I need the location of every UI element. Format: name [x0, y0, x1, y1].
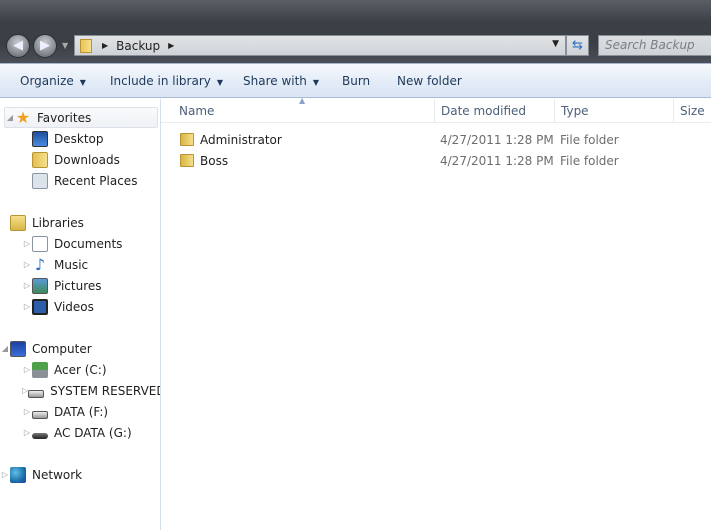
- nav-drive-f[interactable]: ▷ DATA (F:): [0, 401, 160, 422]
- network-icon: [10, 466, 26, 483]
- removable-drive-icon: [32, 432, 48, 439]
- nav-videos[interactable]: ▷ Videos: [0, 296, 160, 317]
- column-date-modified[interactable]: Date modified: [434, 99, 554, 123]
- nav-downloads[interactable]: Downloads: [0, 149, 160, 170]
- column-header-row: ▲ Name Date modified Type Size: [161, 96, 711, 123]
- star-icon: ★: [15, 107, 31, 127]
- recent-places-icon: [32, 172, 48, 189]
- nav-drive-g[interactable]: ▷ AC DATA (G:): [0, 422, 160, 443]
- refresh-button[interactable]: ⇆: [566, 35, 589, 56]
- pictures-icon: [32, 277, 48, 294]
- file-date: 4/27/2011 1:28 PM: [440, 132, 554, 147]
- nav-label: Recent Places: [54, 173, 138, 188]
- folder-icon: [80, 38, 92, 53]
- organize-button[interactable]: Organize ▼: [20, 74, 86, 88]
- documents-icon: [32, 235, 48, 252]
- nav-label: Acer (C:): [54, 362, 107, 377]
- include-label: Include in library: [110, 74, 211, 88]
- videos-icon: [32, 298, 48, 315]
- nav-label: Desktop: [54, 131, 104, 146]
- chevron-down-icon: ▼: [216, 78, 224, 87]
- nav-label: Documents: [54, 236, 123, 251]
- new-folder-button[interactable]: New folder: [397, 74, 462, 88]
- expand-icon[interactable]: ▷: [22, 428, 32, 437]
- column-size[interactable]: Size: [673, 99, 711, 123]
- file-row[interactable]: Administrator 4/27/2011 1:28 PM File fol…: [161, 129, 711, 150]
- forward-arrow-icon: ▶: [40, 38, 50, 53]
- file-date: 4/27/2011 1:28 PM: [440, 153, 554, 168]
- nav-label: Computer: [32, 341, 92, 356]
- nav-network[interactable]: ▷ Network: [0, 464, 160, 485]
- address-dropdown-icon[interactable]: ▼: [552, 39, 559, 49]
- include-in-library-button[interactable]: Include in library ▼: [110, 74, 223, 88]
- nav-music[interactable]: ▷ ♪ Music: [0, 254, 160, 275]
- folder-icon: [180, 133, 194, 146]
- libraries-icon: [10, 214, 26, 231]
- file-name: Administrator: [200, 132, 282, 147]
- chevron-down-icon: ▼: [312, 78, 320, 87]
- nav-label: Libraries: [32, 215, 84, 230]
- nav-computer[interactable]: ◢ Computer: [0, 338, 160, 359]
- expand-icon[interactable]: ▷: [22, 302, 32, 311]
- nav-label: SYSTEM RESERVED (: [50, 383, 160, 398]
- windows-drive-icon: [32, 361, 48, 378]
- nav-label: Network: [32, 467, 83, 482]
- nav-drive-c[interactable]: ▷ Acer (C:): [0, 359, 160, 380]
- search-input[interactable]: Search Backup: [598, 35, 711, 56]
- nav-documents[interactable]: ▷ Documents: [0, 233, 160, 254]
- back-button[interactable]: ◀: [6, 34, 30, 58]
- nav-recent-places[interactable]: Recent Places: [0, 170, 160, 191]
- share-with-button[interactable]: Share with ▼: [243, 74, 319, 88]
- nav-label: Favorites: [37, 110, 92, 125]
- expand-icon[interactable]: ▷: [0, 470, 10, 479]
- nav-label: Downloads: [54, 152, 120, 167]
- chevron-down-icon: ▼: [79, 78, 86, 87]
- burn-button[interactable]: Burn: [342, 74, 370, 88]
- command-bar: Organize ▼ Include in library ▼ Share with…: [0, 63, 711, 98]
- breadcrumb-backup[interactable]: Backup: [116, 39, 160, 53]
- drive-icon: [28, 389, 45, 398]
- folder-icon: [180, 154, 194, 167]
- column-name[interactable]: Name: [173, 99, 434, 123]
- nav-desktop[interactable]: Desktop: [0, 128, 160, 149]
- downloads-icon: [32, 151, 48, 168]
- drive-icon: [32, 410, 48, 419]
- nav-favorites[interactable]: ◢ ★ Favorites: [4, 107, 158, 128]
- expand-icon[interactable]: ◢: [5, 113, 15, 122]
- share-label: Share with: [243, 74, 307, 88]
- forward-button[interactable]: ▶: [33, 34, 57, 58]
- file-name: Boss: [200, 153, 229, 168]
- expand-icon[interactable]: ▷: [22, 239, 32, 248]
- nav-pictures[interactable]: ▷ Pictures: [0, 275, 160, 296]
- computer-icon: [10, 340, 26, 357]
- nav-label: Music: [54, 257, 89, 272]
- organize-label: Organize: [20, 74, 74, 88]
- music-icon: ♪: [34, 254, 46, 274]
- file-row[interactable]: Boss 4/27/2011 1:28 PM File folder: [161, 150, 711, 171]
- expand-icon[interactable]: ▷: [22, 365, 32, 374]
- address-bar[interactable]: ▶ Backup ▶ ▼: [74, 35, 566, 56]
- nav-label: Pictures: [54, 278, 102, 293]
- breadcrumb-chevron-icon[interactable]: ▶: [102, 41, 108, 50]
- recent-pages-dropdown-icon[interactable]: ▼: [62, 41, 68, 50]
- nav-system-reserved[interactable]: ▷SYSTEM RESERVED (: [0, 380, 160, 401]
- nav-libraries[interactable]: Libraries: [0, 212, 160, 233]
- breadcrumb-chevron-icon[interactable]: ▶: [168, 41, 174, 50]
- file-type: File folder: [560, 153, 619, 168]
- nav-label: Videos: [54, 299, 94, 314]
- expand-icon[interactable]: ▷: [22, 281, 32, 290]
- file-type: File folder: [560, 132, 619, 147]
- nav-label: DATA (F:): [54, 404, 109, 419]
- nav-label: AC DATA (G:): [54, 425, 132, 440]
- back-arrow-icon: ◀: [13, 38, 23, 53]
- expand-icon[interactable]: ▷: [22, 260, 32, 269]
- expand-icon[interactable]: ▷: [22, 407, 32, 416]
- desktop-icon: [32, 130, 48, 147]
- column-type[interactable]: Type: [554, 99, 673, 123]
- navigation-pane: ◢ ★ Favorites Desktop Downloads Recent Pla…: [0, 99, 161, 530]
- expand-icon[interactable]: ◢: [0, 344, 10, 353]
